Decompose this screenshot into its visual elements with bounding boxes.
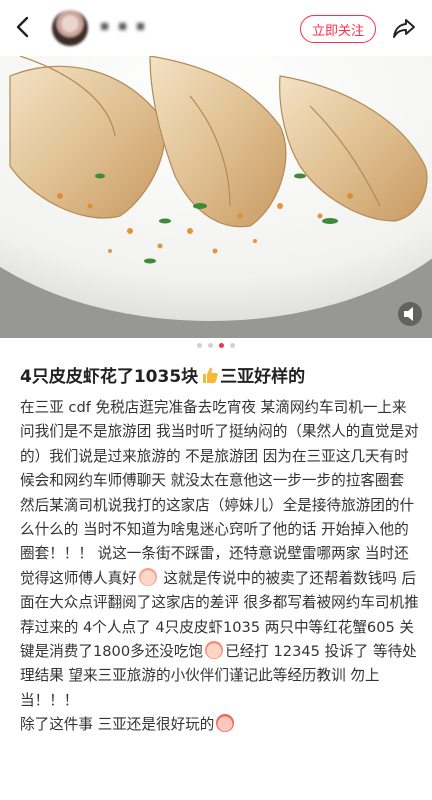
post-title-suffix: 三亚好样的	[220, 367, 306, 387]
post-body: 在三亚 cdf 免税店逛完准备去吃宵夜 某滴网约车司机一上来问我们是不是旅游团 …	[20, 396, 420, 738]
post-photo[interactable]	[0, 56, 432, 338]
crying-face-icon	[205, 641, 224, 660]
gallery-dot-active	[219, 343, 224, 348]
follow-button[interactable]: 立即关注	[300, 15, 376, 43]
post-title-text: 4只皮皮虾花了1035块	[20, 367, 199, 387]
back-icon[interactable]	[12, 14, 34, 40]
author-name[interactable]: ▪ ▪ ▪	[100, 18, 158, 38]
mantis-shrimp-dish-image	[0, 56, 432, 338]
angry-face-icon	[216, 714, 235, 733]
gallery-dot	[230, 343, 235, 348]
post-body-text: 在三亚 cdf 免税店逛完准备去吃宵夜 某滴网约车司机一上来问我们是不是旅游团 …	[20, 399, 419, 587]
post-title: 4只皮皮虾花了1035块 三亚好样的	[20, 364, 420, 390]
shy-face-icon	[138, 567, 157, 586]
gallery-dot	[197, 343, 202, 348]
post-body-text: 除了这件事 三亚还是很好玩的	[20, 716, 215, 734]
top-bar: ▪ ▪ ▪ 立即关注	[0, 0, 432, 56]
gallery-indicator	[0, 343, 432, 353]
gallery-dot	[208, 343, 213, 348]
thumbs-up-icon	[203, 367, 218, 383]
avatar[interactable]	[52, 10, 88, 46]
share-icon[interactable]	[392, 16, 416, 40]
